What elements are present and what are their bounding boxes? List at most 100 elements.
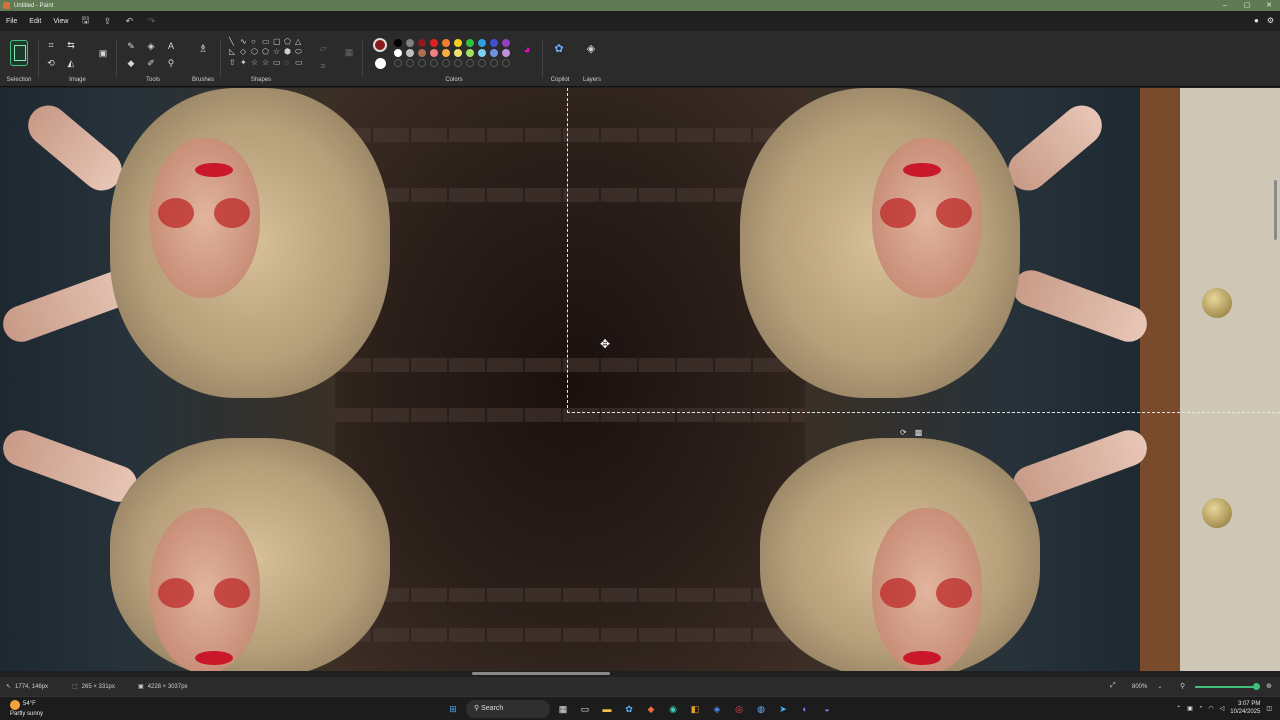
brush-icon[interactable]: ♗ <box>196 42 210 56</box>
palette-swatch[interactable] <box>490 49 498 57</box>
weather-widget[interactable]: 54°F Partly sunny <box>10 700 43 718</box>
custom-color-slot[interactable] <box>478 59 486 67</box>
menu-file[interactable]: File <box>0 18 23 25</box>
shape-option[interactable]: ▭ <box>262 37 273 46</box>
selection-rotate-icon[interactable]: ⟳ <box>900 428 907 437</box>
shape-option[interactable]: ⬠ <box>262 47 273 57</box>
palette-swatch[interactable] <box>466 49 474 57</box>
menu-edit[interactable]: Edit <box>23 18 47 25</box>
shape-option[interactable]: ⬠ <box>284 37 295 46</box>
shape-option[interactable]: ▢ <box>273 37 284 46</box>
app-icon[interactable]: ◐ <box>796 700 814 718</box>
tray-security-icon[interactable]: ◔ <box>1199 705 1203 711</box>
shape-option[interactable]: ⬢ <box>284 47 295 57</box>
drawing-canvas[interactable]: ✥ ⟳ ▩ <box>0 88 1280 671</box>
text-icon[interactable]: A <box>164 39 178 53</box>
palette-swatch[interactable] <box>394 39 402 47</box>
pencil-icon[interactable]: ✎ <box>124 39 138 53</box>
vertical-scrollbar[interactable] <box>1274 180 1277 240</box>
shape-option[interactable]: ☆ <box>251 58 262 67</box>
widgets-icon[interactable]: ▦ <box>554 700 572 718</box>
settings-icon[interactable]: ⚙ <box>1267 16 1274 25</box>
shape-option[interactable]: ◺ <box>229 47 240 57</box>
palette-swatch[interactable] <box>442 49 450 57</box>
shape-option[interactable]: ▭ <box>295 58 306 67</box>
selection-tool-button[interactable] <box>10 40 28 66</box>
shape-option[interactable]: ⬭ <box>295 47 306 57</box>
save-icon[interactable]: 🖫 <box>74 13 96 29</box>
custom-color-slot[interactable] <box>466 59 474 67</box>
shape-option[interactable]: ▭ <box>273 58 284 67</box>
selection-marquee[interactable] <box>567 88 1280 413</box>
zoom-in-icon[interactable]: ⊕ <box>1266 682 1272 690</box>
palette-swatch[interactable] <box>502 49 510 57</box>
fit-to-window-icon[interactable]: ⤢ <box>1110 682 1116 690</box>
volume-icon[interactable]: ◁ <box>1220 705 1225 712</box>
custom-color-slot[interactable] <box>454 59 462 67</box>
horizontal-scroll-thumb[interactable] <box>472 672 610 675</box>
share-icon[interactable]: ⇪ <box>96 16 118 27</box>
custom-color-slot[interactable] <box>406 59 414 67</box>
shapes-gallery[interactable]: ╲ ∿ ○ ▭ ▢ ⬠ △ ◺ ◇ ⬡ ⬠ ☆ ⬢ ⬭ ⇧ ✦ ☆ ☆ ▭ ◌ ▭ <box>229 37 306 67</box>
close-button[interactable]: ✕ <box>1258 0 1280 11</box>
shape-option[interactable]: ╲ <box>229 37 240 46</box>
rotate-icon[interactable]: ⟲ <box>44 56 58 70</box>
palette-swatch[interactable] <box>418 49 426 57</box>
custom-color-slot[interactable] <box>430 59 438 67</box>
shape-option[interactable]: △ <box>295 37 306 46</box>
store-icon[interactable]: ◧ <box>686 700 704 718</box>
magnifier-icon[interactable]: ⚲ <box>164 56 178 70</box>
eraser-icon[interactable]: ◆ <box>124 56 138 70</box>
vscode-icon[interactable]: ◈ <box>708 700 726 718</box>
crop-icon[interactable]: ⌗ <box>44 38 58 52</box>
shape-option[interactable]: ⇧ <box>229 58 240 67</box>
tray-overflow-icon[interactable]: ⌃ <box>1176 705 1181 712</box>
palette-swatch[interactable] <box>406 39 414 47</box>
telegram-icon[interactable]: ➤ <box>774 700 792 718</box>
fill-icon[interactable]: ◈ <box>144 39 158 53</box>
custom-color-slot[interactable] <box>394 59 402 67</box>
resize-icon[interactable]: ⇆ <box>64 38 78 52</box>
brave-browser-icon[interactable]: ◆ <box>642 700 660 718</box>
custom-color-slot[interactable] <box>490 59 498 67</box>
custom-color-slot[interactable] <box>418 59 426 67</box>
steam-icon[interactable]: ◍ <box>752 700 770 718</box>
menu-view[interactable]: View <box>47 18 74 25</box>
palette-swatch[interactable] <box>466 39 474 47</box>
redo-icon[interactable]: ↷ <box>140 16 162 27</box>
shape-option[interactable]: ✦ <box>240 58 251 67</box>
start-icon[interactable]: ⊞ <box>444 700 462 718</box>
account-icon[interactable]: ● <box>1254 16 1259 25</box>
file-explorer-icon[interactable]: ▬ <box>598 700 616 718</box>
notification-icon[interactable]: ◫ <box>1266 705 1272 712</box>
zoom-slider-thumb[interactable] <box>1253 683 1260 690</box>
shape-option[interactable]: ◌ <box>284 58 295 67</box>
discord-icon[interactable]: ◒ <box>818 700 836 718</box>
shape-option[interactable]: ∿ <box>240 37 251 46</box>
taskbar-search[interactable]: ⚲ Search <box>466 700 550 718</box>
zoom-out-icon[interactable]: ⚲ <box>1180 682 1185 690</box>
palette-swatch[interactable] <box>418 39 426 47</box>
fill-style-icon[interactable]: ▦ <box>342 45 356 59</box>
palette-swatch[interactable] <box>478 49 486 57</box>
shape-option[interactable]: ○ <box>251 37 262 46</box>
tray-app-icon[interactable]: ▣ <box>1187 705 1193 712</box>
selection-ai-icon[interactable]: ▩ <box>915 428 923 437</box>
primary-color-swatch[interactable] <box>373 38 387 52</box>
palette-swatch[interactable] <box>394 49 402 57</box>
zoom-dropdown-icon[interactable]: ⌄ <box>1157 683 1162 690</box>
custom-color-slot[interactable] <box>502 59 510 67</box>
shape-option[interactable]: ⬡ <box>251 47 262 57</box>
palette-swatch[interactable] <box>430 39 438 47</box>
task-view-icon[interactable]: ▭ <box>576 700 594 718</box>
size-icon[interactable]: ≡ <box>316 59 330 73</box>
copilot-icon[interactable]: ✿ <box>552 42 566 56</box>
palette-swatch[interactable] <box>442 39 450 47</box>
minimize-button[interactable]: – <box>1214 0 1236 11</box>
layers-icon[interactable]: ◈ <box>584 42 598 56</box>
network-icon[interactable]: ◠ <box>1208 705 1213 712</box>
palette-swatch[interactable] <box>502 39 510 47</box>
edge-icon[interactable]: ◉ <box>664 700 682 718</box>
palette-swatch[interactable] <box>478 39 486 47</box>
zoom-level[interactable]: 800% <box>1132 684 1147 690</box>
